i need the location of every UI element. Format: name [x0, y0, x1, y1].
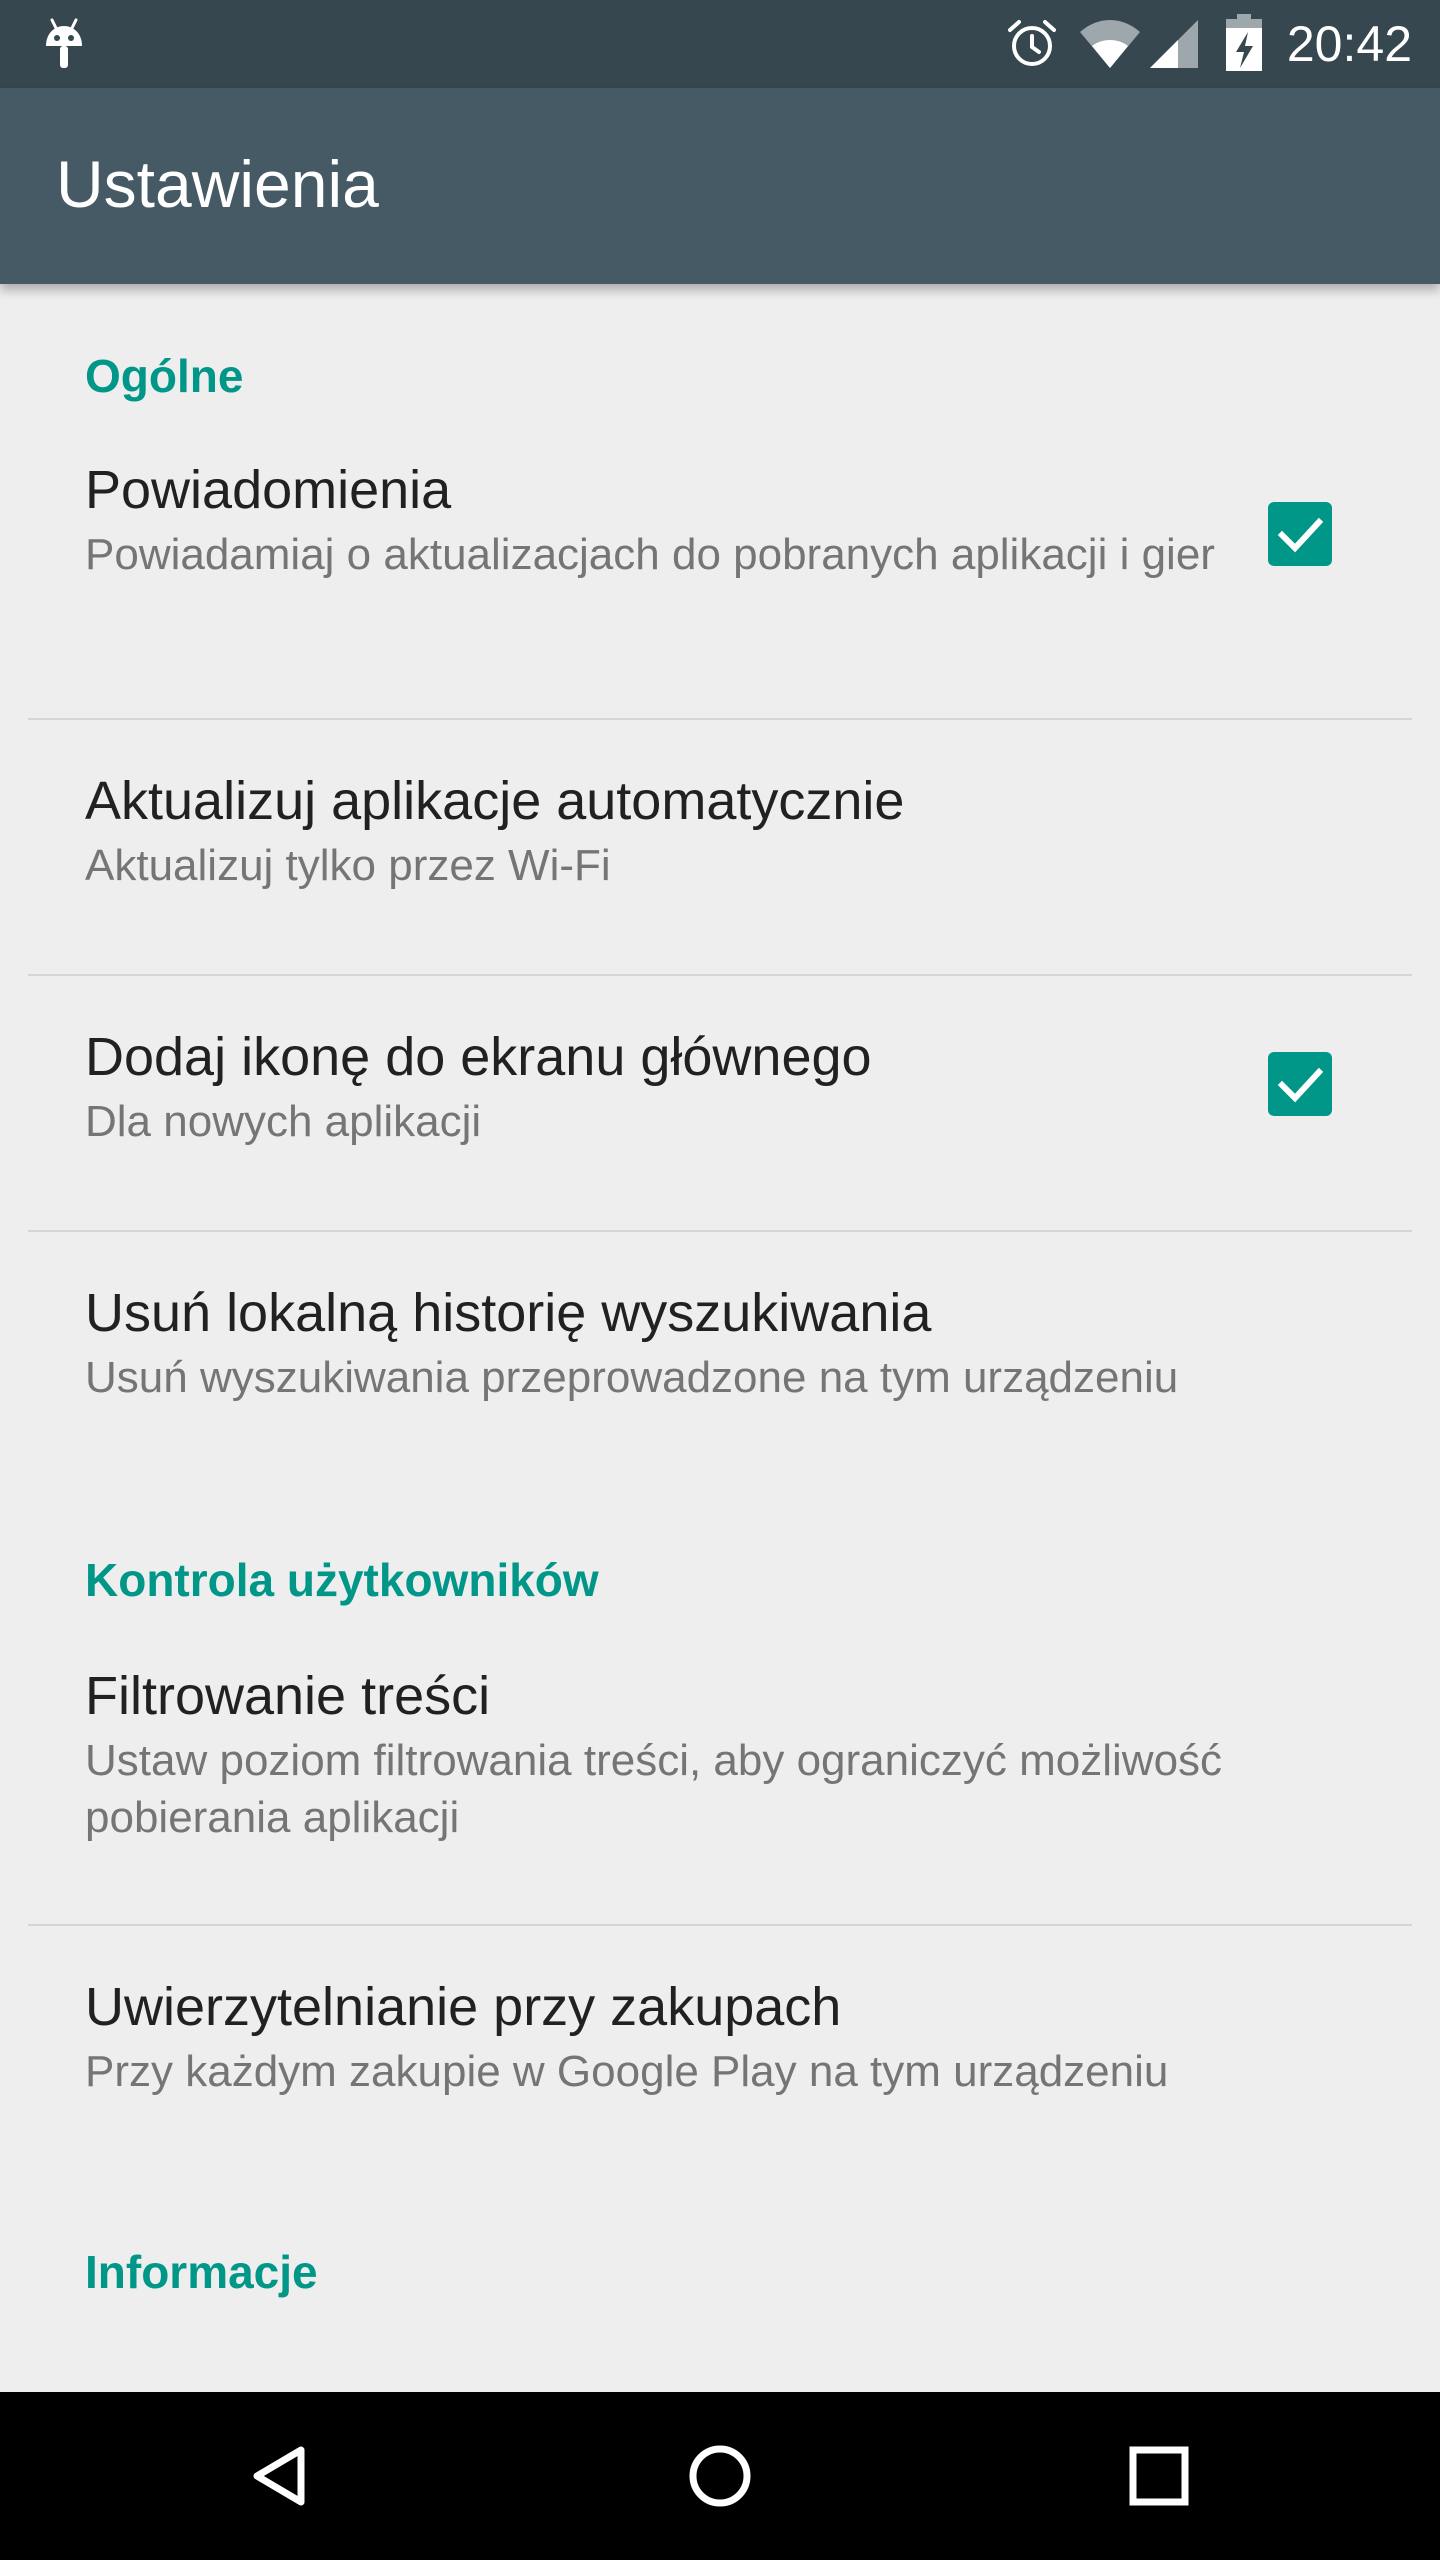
notifications-checkbox[interactable]: [1268, 502, 1332, 566]
pref-purchase-auth[interactable]: Uwierzytelnianie przy zakupach Przy każd…: [0, 1926, 1440, 2174]
pref-summary: Powiadamiaj o aktualizacjach do pobranyc…: [85, 530, 1215, 579]
pref-notifications[interactable]: Powiadomienia Powiadamiaj o aktualizacja…: [0, 456, 1440, 718]
section-header-user-controls: Kontrola użytkowników: [85, 1554, 599, 1606]
alarm-icon: [1008, 20, 1056, 66]
pref-auto-update[interactable]: Aktualizuj aplikacje automatycznie Aktua…: [0, 720, 1440, 976]
pref-title: Uwierzytelnianie przy zakupach: [85, 1977, 842, 2037]
add-icon-checkbox[interactable]: [1268, 1052, 1332, 1116]
status-clock: 20:42: [1286, 16, 1412, 72]
pref-title: Aktualizuj aplikacje automatycznie: [85, 771, 905, 831]
wifi-icon: [1080, 20, 1140, 68]
checkmark-icon: [1277, 517, 1324, 553]
pref-summary: Aktualizuj tylko przez Wi-Fi: [85, 841, 611, 890]
android-notification-icon: [46, 18, 82, 68]
checkmark-icon: [1277, 1067, 1324, 1103]
app-bar: Ustawienia: [0, 88, 1440, 284]
pref-title: Powiadomienia: [85, 460, 452, 520]
home-icon[interactable]: [670, 2426, 770, 2526]
section-header-general: Ogólne: [85, 350, 244, 402]
pref-title: Filtrowanie treści: [85, 1666, 491, 1726]
back-icon[interactable]: [231, 2426, 331, 2526]
pref-summary: Ustaw poziom filtrowania treści, aby ogr…: [85, 1736, 1223, 1842]
settings-list[interactable]: Ogólne Powiadomienia Powiadamiaj o aktua…: [0, 284, 1440, 2392]
battery-charging-icon: [1226, 14, 1262, 71]
pref-summary: Przy każdym zakupie w Google Play na tym…: [85, 2047, 1169, 2096]
cell-signal-icon: [1150, 20, 1198, 68]
pref-title: Dodaj ikonę do ekranu głównego: [85, 1027, 872, 1087]
pref-summary: Usuń wyszukiwania przeprowadzone na tym …: [85, 1353, 1179, 1402]
pref-add-icon[interactable]: Dodaj ikonę do ekranu głównego Dla nowyc…: [0, 976, 1440, 1230]
recents-icon[interactable]: [1109, 2426, 1209, 2526]
status-bar: 20:42: [0, 0, 1440, 88]
pref-clear-history[interactable]: Usuń lokalną historię wyszukiwania Usuń …: [0, 1232, 1440, 1482]
navigation-bar: [0, 2392, 1440, 2560]
page-title: Ustawienia: [56, 147, 379, 221]
pref-content-filtering[interactable]: Filtrowanie treści Ustaw poziom filtrowa…: [0, 1662, 1440, 1924]
pref-summary: Dla nowych aplikacji: [85, 1097, 482, 1146]
pref-title: Usuń lokalną historię wyszukiwania: [85, 1283, 932, 1343]
section-header-about: Informacje: [85, 2246, 318, 2298]
